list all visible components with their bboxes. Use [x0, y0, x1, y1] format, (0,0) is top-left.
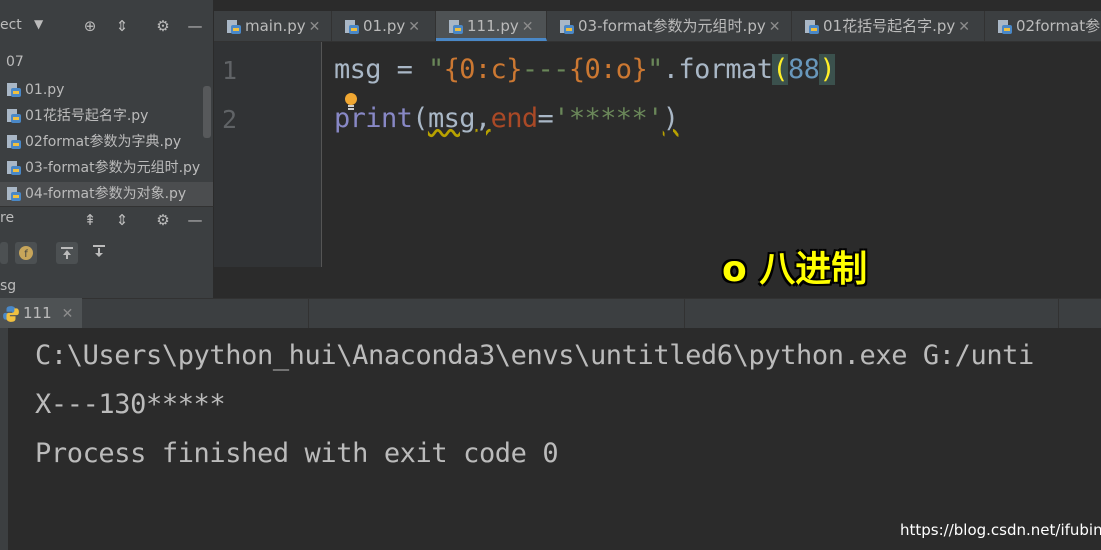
collapse-icon[interactable]: ⇕ — [112, 16, 132, 36]
tab-label: 03-format参数为元组时.py — [578, 17, 766, 35]
tree-file-item-selected[interactable]: 04-format参数为对象.py — [0, 182, 213, 206]
python-file-icon — [7, 135, 21, 149]
console-line: Process finished with exit code 0 — [35, 438, 559, 469]
run-tab-label: 111 — [23, 304, 52, 322]
tree-file-item[interactable]: 01花括号起名字.py — [6, 104, 148, 128]
tree-file-label: 04-format参数为对象.py — [25, 186, 187, 202]
python-file-icon — [7, 187, 21, 201]
lightbulb-icon[interactable] — [344, 92, 358, 112]
locate-icon[interactable]: ⊕ — [80, 16, 100, 36]
tree-file-item[interactable]: 02format参数为字典.py — [6, 130, 181, 154]
project-folder[interactable]: 07 — [6, 54, 24, 70]
python-icon — [3, 305, 19, 322]
tab-label: 111.py — [467, 17, 519, 35]
close-icon[interactable]: ✕ — [522, 19, 534, 35]
tab-label: 01.py — [363, 17, 406, 35]
code-format-field: {0:c} — [443, 54, 523, 85]
tab-03-format[interactable]: 03-format参数为元组时.py ✕ — [547, 11, 792, 41]
python-file-icon — [560, 19, 574, 34]
code-line-2[interactable]: print(msg,end='*****') — [334, 103, 679, 134]
gear-icon[interactable]: ⚙ — [153, 16, 173, 36]
project-toolbar: ect ▼ ⊕ ⇕ ⚙ — — [0, 11, 213, 41]
line-number: 2 — [222, 105, 238, 134]
python-file-icon — [7, 161, 21, 175]
code-string: --- — [521, 54, 570, 85]
code-string: '*****' — [553, 103, 663, 134]
line-number: 1 — [222, 56, 238, 85]
autoscroll-from-source-icon[interactable] — [89, 243, 109, 263]
divider — [1058, 298, 1059, 328]
run-panel-header — [0, 298, 1101, 329]
tree-file-label: 02format参数为字典.py — [25, 134, 182, 150]
python-file-icon — [449, 19, 463, 34]
close-icon[interactable]: ✕ — [958, 19, 970, 35]
code-operator: = — [537, 103, 554, 134]
tab-label: 02format参 — [1016, 17, 1101, 35]
console-line: C:\Users\python_hui\Anaconda3\envs\untit… — [35, 340, 1034, 371]
hide-icon[interactable]: — — [185, 16, 205, 36]
editor-tab-bar: main.py ✕ 01.py ✕ 111.py ✕ 03-format参数为元组时.… — [214, 11, 1101, 42]
python-file-icon — [7, 109, 21, 123]
tree-file-label: 01花括号起名字.py — [25, 108, 149, 124]
run-toolbar-strip — [0, 328, 8, 550]
expand-all-icon[interactable]: ⇞ — [80, 210, 100, 230]
close-icon[interactable]: ✕ — [62, 306, 74, 322]
hide-icon[interactable]: — — [185, 210, 205, 230]
tab-111-py[interactable]: 111.py ✕ — [436, 11, 547, 41]
python-file-icon — [345, 19, 359, 34]
close-icon[interactable]: ✕ — [769, 19, 781, 35]
show-fields-button[interactable]: f — [15, 242, 37, 264]
annotation-caption: o 八进制 — [722, 249, 868, 290]
code-format-field: {0:o} — [568, 54, 648, 85]
python-file-icon — [998, 19, 1012, 34]
project-panel-title[interactable]: ect — [0, 17, 22, 33]
code-var: msg = — [334, 54, 428, 85]
tree-file-item[interactable]: 01.py — [6, 78, 64, 102]
watermark: https://blog.csdn.net/ifubing — [900, 521, 1101, 539]
field-icon: f — [19, 246, 33, 260]
run-tab[interactable]: 111 ✕ — [0, 298, 82, 328]
project-scrollbar[interactable] — [203, 86, 211, 138]
structure-panel-title: re — [0, 210, 15, 226]
tab-02-format[interactable]: 02format参 — [985, 11, 1101, 41]
close-icon[interactable]: ✕ — [408, 19, 420, 35]
tab-label: main.py — [245, 17, 306, 35]
code-arg: msg, — [427, 103, 491, 134]
code-paren: ) — [662, 103, 679, 134]
autoscroll-to-source-button[interactable] — [56, 242, 78, 264]
code-method: .format — [662, 54, 773, 85]
console-line: X---130***** — [35, 389, 226, 420]
arrow-up-icon — [61, 247, 73, 259]
close-icon[interactable]: ✕ — [309, 19, 321, 35]
collapse-all-icon[interactable]: ⇕ — [112, 210, 132, 230]
arrow-down-icon — [93, 245, 105, 257]
code-quote: " — [427, 54, 444, 85]
gear-icon[interactable]: ⚙ — [153, 210, 173, 230]
tab-01-curly-names[interactable]: 01花括号起名字.py ✕ — [792, 11, 985, 41]
svg-text:f: f — [24, 249, 28, 260]
python-file-icon — [7, 83, 21, 97]
tree-file-label: 03-format参数为元组时.py — [25, 160, 201, 176]
code-keyword-arg: end — [490, 103, 539, 134]
code-quote: " — [647, 54, 663, 85]
editor-bottom-area — [214, 268, 1101, 298]
code-line-1[interactable]: msg = "{0:c}---{0:o}".format(88) — [334, 54, 836, 85]
tree-file-item[interactable]: 03-format参数为元组时.py — [6, 156, 200, 180]
divider — [308, 298, 309, 328]
code-paren: ( — [412, 103, 428, 134]
divider — [684, 298, 685, 328]
structure-item[interactable]: sg — [0, 278, 16, 294]
tab-01-py[interactable]: 01.py ✕ — [332, 11, 436, 41]
code-number: 88 — [788, 54, 820, 85]
code-paren: ( — [772, 54, 789, 85]
python-file-icon — [805, 19, 819, 34]
tab-main-py[interactable]: main.py ✕ — [214, 11, 332, 41]
python-file-icon — [227, 19, 241, 34]
sort-button[interactable] — [0, 242, 8, 264]
chevron-down-icon[interactable]: ▼ — [34, 17, 43, 31]
code-paren: ) — [819, 54, 836, 85]
tab-label: 01花括号起名字.py — [823, 17, 956, 35]
tree-file-label: 01.py — [25, 82, 65, 98]
